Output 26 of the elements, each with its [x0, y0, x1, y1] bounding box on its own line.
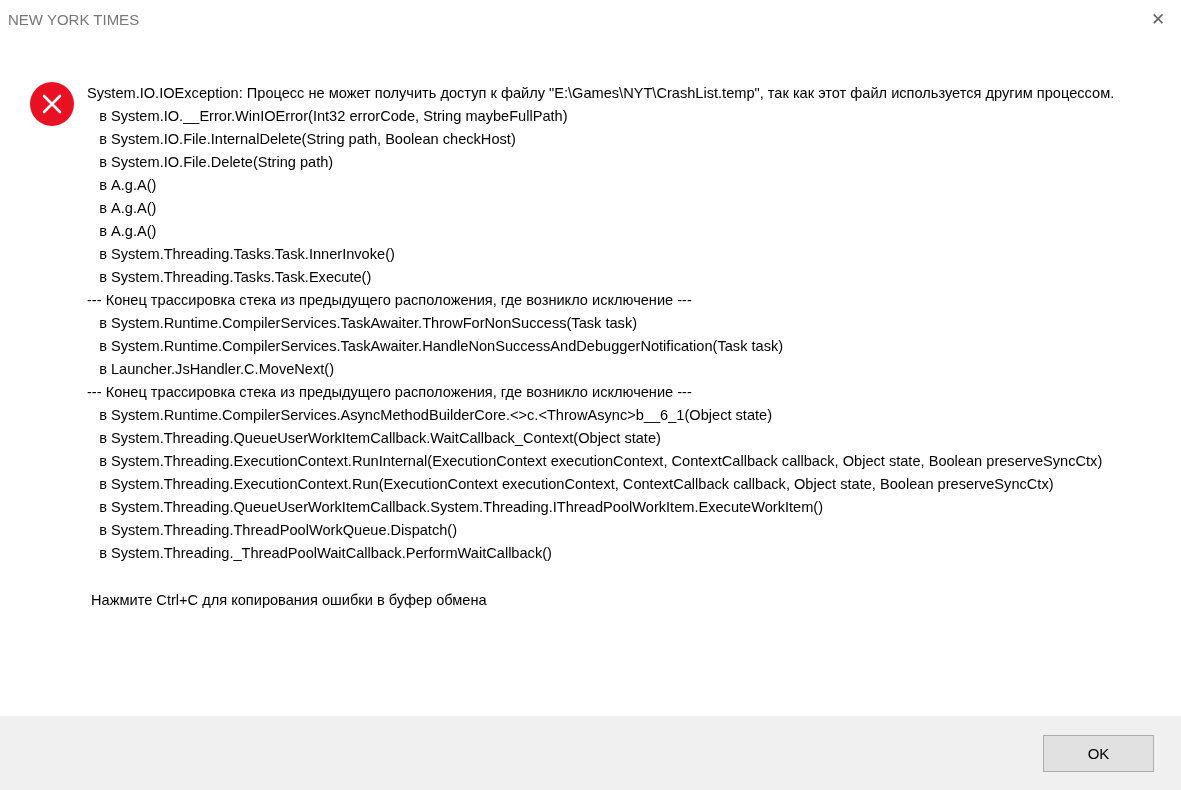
stack-trace-line: в System.Threading.QueueUserWorkItemCallback.System.Threading.IThreadPoolWorkItem.ExecuteWorkItem() [98, 498, 825, 517]
stack-trace-line: в System.Runtime.CompilerServices.AsyncMethodBuilderCore.<>c.<ThrowAsync>b__6_1(Object state) [98, 406, 774, 425]
stack-trace-line: --- Конец трассировка стека из предыдущего расположения, где возникло исключение --- [87, 383, 693, 402]
ok-button[interactable]: OK [1043, 734, 1154, 772]
stack-trace-line: --- Конец трассировка стека из предыдущего расположения, где возникло исключение --- [87, 291, 693, 310]
stack-trace-line: в System.Threading.ExecutionContext.Run(ExecutionContext executionContext, ContextCallback callback, Object state, Boolean preserveSyncCtx) [98, 475, 1055, 494]
close-button[interactable]: ✕ [1135, 0, 1181, 38]
stack-trace-line: в System.Threading.Tasks.Task.Execute() [98, 268, 373, 287]
stack-trace-line: System.IO.IOException: Процесс не может получить доступ к файлу "E:\Games\NYT\CrashList.temp", так как этот файл используется другим процессом. [87, 84, 1116, 103]
stack-trace-line: в System.Threading.ThreadPoolWorkQueue.Dispatch() [98, 521, 459, 540]
window-title: NEW YORK TIMES [8, 10, 140, 28]
stack-trace-line: в System.IO.File.InternalDelete(String path, Boolean checkHost) [98, 130, 517, 149]
stack-trace-line: в System.IO.File.Delete(String path) [98, 153, 335, 172]
stack-trace-line: в System.Threading._ThreadPoolWaitCallback.PerformWaitCallback() [98, 544, 553, 563]
stack-trace-line: в System.IO.__Error.WinIOError(Int32 errorCode, String maybeFullPath) [98, 107, 569, 126]
stack-trace-line: в A.g.A() [98, 176, 158, 195]
stack-trace-line: в A.g.A() [98, 222, 158, 241]
stack-trace-line: в Launcher.JsHandler.C.MoveNext() [98, 360, 336, 379]
stack-trace-line: в A.g.A() [98, 199, 158, 218]
error-icon [30, 82, 74, 126]
stack-trace-line: в System.Runtime.CompilerServices.TaskAwaiter.ThrowForNonSuccess(Task task) [98, 314, 639, 333]
stack-trace-line: в System.Threading.QueueUserWorkItemCallback.WaitCallback_Context(Object state) [98, 429, 662, 448]
stack-trace-line: в System.Runtime.CompilerServices.TaskAwaiter.HandleNonSuccessAndDebuggerNotification(Task task) [98, 337, 785, 356]
copy-hint: Нажмите Ctrl+C для копирования ошибки в буфер обмена [90, 591, 488, 610]
stack-trace-line: в System.Threading.ExecutionContext.RunInternal(ExecutionContext executionContext, ContextCallback callback, Object state, Boolean preserveSyncCtx) [98, 452, 1104, 471]
stack-trace-line: в System.Threading.Tasks.Task.InnerInvoke() [98, 245, 396, 264]
